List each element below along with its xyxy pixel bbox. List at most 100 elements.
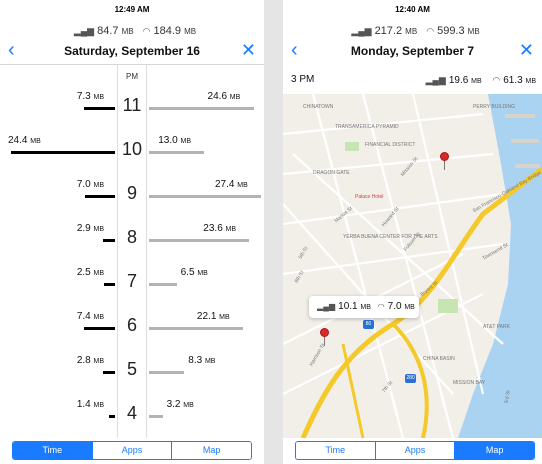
wifi-usage-number: 22.1 [196,311,217,322]
wifi-usage-bar [149,283,177,286]
cellular-signal-icon: ▂▄▆ [73,26,95,36]
hour-row[interactable]: 8 2.9 MB 23.6 MB [0,217,264,259]
hour-row[interactable]: 11 7.3 MB 24.6 MB [0,85,264,127]
map-pin-icon[interactable] [320,328,329,346]
wifi-usage-unit: MB [219,314,230,321]
hour-label: 7 [126,271,137,291]
map-label-financial: FINANCIAL DISTRICT [365,142,416,148]
period-label: PM [126,72,138,81]
tooltip-cellular-value: 10.1 [338,301,358,312]
cellular-usage-unit: MB [121,27,134,36]
cellular-usage-value: 2.8 MB [77,355,104,366]
cellular-usage-number: 2.5 [76,267,91,278]
wifi-usage-bar [149,151,205,154]
cellular-usage-unit: MB [93,314,105,321]
tooltip-wifi-unit: MB [404,304,415,311]
hour-row[interactable]: 9 7.0 MB 27.4 MB [0,173,264,215]
view-segmented-control: Time Apps Map [12,441,252,460]
nav-bar: ‹ Saturday, September 16 ✕ [0,40,264,64]
cellular-usage-bar [83,107,115,110]
nav-bar: ‹ Monday, September 7 ✕ [283,40,542,64]
cellular-usage-bar [85,195,115,198]
tab-apps[interactable]: Apps [374,442,455,459]
cellular-usage-unit: MB [93,182,105,189]
hour-wifi-value: 61.3 [503,75,523,86]
cellular-usage-unit: MB [93,358,105,365]
cellular-usage-bar [103,371,115,374]
cellular-usage-unit: MB [93,94,105,101]
cellular-usage-bar [102,239,115,242]
close-icon[interactable]: ✕ [519,40,534,60]
wifi-usage-bar [149,371,185,374]
page-title: Saturday, September 16 [64,44,200,58]
wifi-usage-number: 23.6 [203,223,223,234]
usage-summary: ▂▄▆ 217.2 MB ◠ 599.3 MB [283,22,542,40]
map-pin-icon[interactable] [440,152,449,170]
cellular-usage-value: 2.9 MB [77,223,104,234]
tab-time[interactable]: Time [13,442,92,459]
map-label-chinatown: CHINATOWN [303,104,334,110]
cellular-usage-number: 2.9 [76,223,91,234]
wifi-usage-bar [149,415,163,418]
status-time: 12:49 AM [114,5,150,14]
hour-label: 8 [126,227,137,247]
close-icon[interactable]: ✕ [241,40,256,60]
cellular-usage-number: 7.0 [76,179,91,190]
wifi-usage-unit: MB [225,226,237,233]
cellular-usage-value: 217.2 [374,25,403,37]
tooltip-cellular-unit: MB [360,304,371,311]
tab-time[interactable]: Time [296,442,375,459]
tab-apps[interactable]: Apps [91,442,172,459]
hour-row[interactable]: 5 2.8 MB 8.3 MB [0,349,264,391]
cellular-usage-unit: MB [93,226,105,233]
usage-summary: ▂▄▆ 84.7 MB ◠ 184.9 MB [0,22,264,40]
map-usage-tooltip: ▂▄▆ 10.1 MB ◠ 7.0 MB [309,296,419,318]
wifi-usage-number: 3.2 [166,399,181,410]
map-label-perry: PERRY BUILDING [473,104,516,110]
wifi-icon: ◠ [492,75,501,85]
wifi-usage-value: 23.6 MB [203,223,236,234]
tab-map[interactable]: Map [454,442,534,459]
map-label-transamerica: TRANSAMERICA PYRAMID [335,124,399,130]
wifi-usage-value: 24.6 MB [208,91,241,102]
tab-map[interactable]: Map [171,442,251,459]
wifi-usage-unit: MB [184,27,197,36]
tooltip-wifi-value: 7.0 [387,301,402,312]
usage-map[interactable]: CHINATOWN TRANSAMERICA PYRAMID FINANCIAL… [283,94,542,438]
hour-label: 10 [121,139,143,159]
wifi-usage-value: 8.3 MB [188,355,215,366]
map-label-dragon-gate: DRAGON GATE [313,170,350,176]
cellular-signal-icon: ▂▄▆ [425,75,446,85]
wifi-usage-unit: MB [183,402,194,409]
wifi-usage-unit: MB [237,182,248,189]
cellular-usage-number: 7.3 [76,91,91,102]
wifi-usage-bar [149,327,243,330]
hour-row[interactable]: 6 7.4 MB 22.1 MB [0,305,264,347]
wifi-usage-number: 24.6 [207,91,228,102]
hour-label: 5 [126,359,137,379]
map-label-yerba-buena: YERBA BUENA CENTER FOR THE ARTS [343,234,438,240]
wifi-usage-number: 8.3 [188,355,203,366]
cellular-usage-bar [104,283,115,286]
cellular-usage-bar [11,151,115,154]
cellular-usage-number: 7.4 [76,311,91,322]
hour-row[interactable]: 7 2.5 MB 6.5 MB [0,261,264,303]
cellular-usage-unit: MB [93,402,105,409]
hour-wifi-unit: MB [525,78,537,85]
wifi-icon: ◠ [426,26,435,36]
cellular-usage-value: 2.5 MB [77,267,104,278]
hour-row[interactable]: 10 24.4 MB 13.0 MB [0,129,264,171]
cellular-signal-icon: ▂▄▆ [351,26,372,36]
wifi-icon: ◠ [142,26,151,36]
status-bar: 12:40 AM [283,0,542,20]
wifi-usage-unit: MB [467,27,480,36]
cellular-usage-value: 1.4 MB [77,399,104,410]
cellular-usage-value: 84.7 [97,25,119,37]
wifi-usage-number: 13.0 [158,135,178,146]
status-time: 12:40 AM [395,5,430,14]
hour-row[interactable]: 4 1.4 MB 3.2 MB [0,393,264,435]
hour-label: 4 [126,403,137,423]
wifi-usage-bar [149,195,261,198]
wifi-usage-value: 3.2 MB [167,399,194,410]
wifi-usage-value: 27.4 MB [215,179,248,190]
